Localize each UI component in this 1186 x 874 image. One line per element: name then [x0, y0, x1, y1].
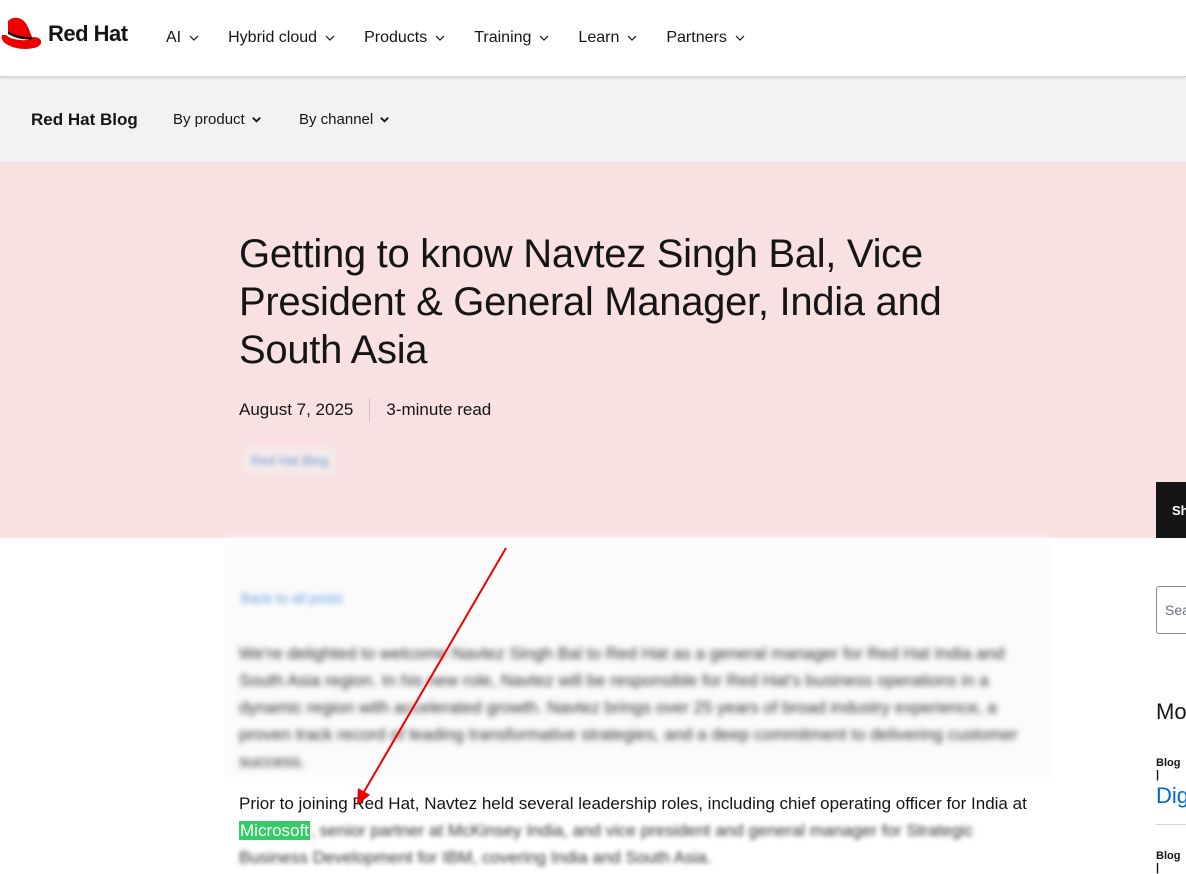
chevron-down-icon — [627, 35, 637, 41]
topic-tag[interactable]: Red Hat Blog — [243, 447, 337, 474]
related-post-label: Blog | — [1156, 850, 1181, 874]
sidebar-divider — [1156, 824, 1186, 825]
meta-divider — [369, 398, 371, 422]
nav-item-products[interactable]: Products — [364, 29, 445, 47]
chevron-down-icon — [251, 117, 261, 123]
nav-item-partners[interactable]: Partners — [666, 29, 745, 47]
red-hat-logo[interactable]: Red Hat — [0, 17, 128, 51]
back-to-all-posts-link[interactable]: Back to all posts — [241, 590, 343, 606]
nav-item-hybrid-cloud[interactable]: Hybrid cloud — [228, 29, 335, 47]
primary-nav: AI Hybrid cloud Products Training Learn … — [166, 0, 774, 76]
article-title: Getting to know Navtez Singh Bal, Vice P… — [239, 232, 942, 372]
body-paragraph: Prior to joining Red Hat, Navtez held se… — [239, 790, 1039, 871]
brand-wordmark: Red Hat — [48, 21, 128, 46]
more-heading: Mo — [1156, 699, 1186, 724]
chevron-down-icon — [539, 35, 549, 41]
blurred-text: , senior partner at McKinsey India, and … — [239, 821, 974, 867]
related-post-link[interactable]: Dig — [1156, 783, 1186, 809]
chevron-down-icon — [380, 117, 390, 123]
nav-item-ai[interactable]: AI — [166, 29, 199, 47]
blog-subnav: Red Hat Blog By product By channel — [0, 77, 1186, 163]
chevron-down-icon — [735, 35, 745, 41]
read-time: 3-minute read — [386, 400, 492, 419]
chevron-down-icon — [435, 35, 445, 41]
blog-home-link[interactable]: Red Hat Blog — [31, 110, 138, 130]
nav-item-label: Products — [364, 29, 428, 46]
paragraph-text: Prior to joining Red Hat, Navtez held se… — [239, 794, 1027, 813]
by-product-label: By product — [173, 111, 245, 128]
chevron-down-icon — [189, 35, 199, 41]
nav-item-label: Training — [474, 29, 532, 46]
nav-item-training[interactable]: Training — [474, 29, 549, 47]
nav-item-learn[interactable]: Learn — [578, 29, 637, 47]
publish-date: August 7, 2025 — [239, 400, 354, 419]
highlighted-word: Microsoft — [239, 821, 310, 840]
nav-item-label: AI — [166, 29, 182, 46]
intro-paragraph: We're delighted to welcome Navtez Singh … — [239, 644, 1018, 771]
nav-item-label: Partners — [666, 29, 727, 46]
article-meta: August 7, 2025 3-minute read — [239, 398, 491, 422]
by-channel-menu[interactable]: By channel — [299, 111, 390, 128]
search-input[interactable]: Sea — [1156, 586, 1186, 634]
by-product-menu[interactable]: By product — [173, 111, 262, 128]
chevron-down-icon — [325, 35, 335, 41]
related-post-label: Blog | — [1156, 757, 1181, 781]
by-channel-label: By channel — [299, 111, 374, 128]
red-hat-icon — [1, 17, 42, 49]
nav-item-label: Hybrid cloud — [228, 29, 318, 46]
global-nav: Red Hat AI Hybrid cloud Products Trainin… — [0, 0, 1186, 77]
nav-item-label: Learn — [578, 29, 620, 46]
share-button[interactable]: Sh — [1156, 482, 1186, 538]
